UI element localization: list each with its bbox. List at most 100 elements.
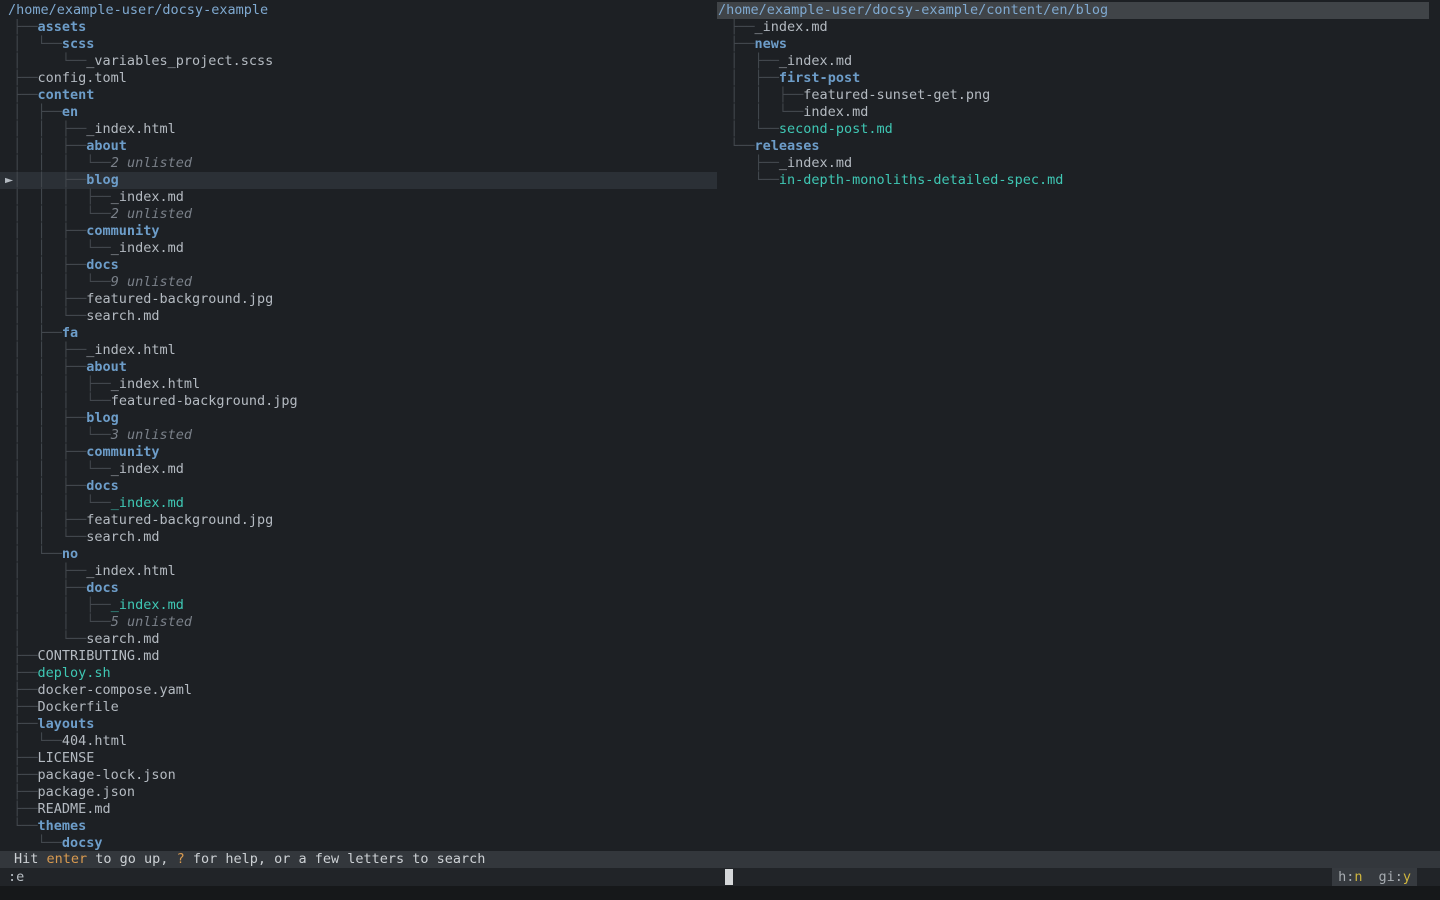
tree-row[interactable]: ├──package-lock.json xyxy=(0,767,717,784)
file-name[interactable]: _index.html xyxy=(86,121,175,137)
directory-name[interactable]: content xyxy=(38,87,95,103)
tree-row[interactable]: │ └──no xyxy=(0,546,717,563)
tree-row[interactable]: ├──README.md xyxy=(0,801,717,818)
directory-name[interactable]: en xyxy=(62,104,78,120)
directory-name[interactable]: docsy xyxy=(62,835,103,851)
directory-name[interactable]: themes xyxy=(38,818,87,834)
tree-row[interactable]: │ │ ├──featured-background.jpg xyxy=(0,291,717,308)
directory-name[interactable]: layouts xyxy=(38,716,95,732)
tree-row[interactable]: │ │ │ └──_index.md xyxy=(0,461,717,478)
directory-name[interactable]: news xyxy=(755,36,788,52)
tree-row[interactable]: │ │ ├──about xyxy=(0,359,717,376)
tree-row[interactable]: │ └──scss xyxy=(0,36,717,53)
directory-name[interactable]: scss xyxy=(62,36,95,52)
tree-row[interactable]: ├──docker-compose.yaml xyxy=(0,682,717,699)
file-name[interactable]: _index.md xyxy=(111,240,184,256)
tree-row[interactable]: │ │ ├──_index.html xyxy=(0,121,717,138)
directory-name[interactable]: releases xyxy=(755,138,820,154)
tree-row[interactable]: ├──assets xyxy=(0,19,717,36)
file-name[interactable]: _index.md xyxy=(111,189,184,205)
file-name[interactable]: search.md xyxy=(86,631,159,647)
tree-row[interactable]: ├──package.json xyxy=(0,784,717,801)
tree-row[interactable]: │ │ ├──_index.md xyxy=(0,597,717,614)
file-name[interactable]: 404.html xyxy=(62,733,127,749)
tree-row[interactable]: ├──news xyxy=(717,36,1440,53)
file-name[interactable]: _index.md xyxy=(111,461,184,477)
file-name[interactable]: _index.html xyxy=(86,563,175,579)
tree-row[interactable]: │ │ └──index.md xyxy=(717,104,1440,121)
tree-row[interactable]: ├──deploy.sh xyxy=(0,665,717,682)
tree-row[interactable]: │ │ ├──about xyxy=(0,138,717,155)
tree-row[interactable]: │ │ │ └──_index.md xyxy=(0,495,717,512)
file-name[interactable]: package-lock.json xyxy=(38,767,176,783)
tree-row[interactable]: │ └──search.md xyxy=(0,631,717,648)
file-name[interactable]: _index.html xyxy=(111,376,200,392)
tree-row[interactable]: │ │ │ └──3 unlisted xyxy=(0,427,717,444)
file-name[interactable]: _index.md xyxy=(111,495,184,511)
directory-name[interactable]: about xyxy=(86,138,127,154)
tree-row[interactable]: ├──config.toml xyxy=(0,70,717,87)
tree-row[interactable]: │ │ ├──community xyxy=(0,444,717,461)
file-name[interactable]: search.md xyxy=(86,529,159,545)
tree-row[interactable]: │ ├──en xyxy=(0,104,717,121)
tree-row[interactable]: ├──CONTRIBUTING.md xyxy=(0,648,717,665)
file-name[interactable]: featured-background.jpg xyxy=(86,291,273,307)
tree-row[interactable]: │ │ │ └──2 unlisted xyxy=(0,155,717,172)
tree-row[interactable]: │ ├──_index.html xyxy=(0,563,717,580)
tree-row[interactable]: │ └──404.html xyxy=(0,733,717,750)
tree-row[interactable]: │ └──second-post.md xyxy=(717,121,1440,138)
file-name[interactable]: docker-compose.yaml xyxy=(38,682,192,698)
tree-row[interactable]: │ │ ├──featured-background.jpg xyxy=(0,512,717,529)
tree-row[interactable]: ├──_index.md xyxy=(717,19,1440,36)
tree-row[interactable]: │ │ │ ├──_index.html xyxy=(0,376,717,393)
directory-name[interactable]: fa xyxy=(62,325,78,341)
tree-row[interactable]: └──themes xyxy=(0,818,717,835)
directory-name[interactable]: blog xyxy=(86,172,119,188)
tree-row[interactable]: │ ├──_index.md xyxy=(717,53,1440,70)
tree-row[interactable]: └──in-depth-monoliths-detailed-spec.md xyxy=(717,172,1440,189)
tree-row[interactable]: │ │ ├──featured-sunset-get.png xyxy=(717,87,1440,104)
file-name[interactable]: README.md xyxy=(38,801,111,817)
file-name[interactable]: featured-background.jpg xyxy=(86,512,273,528)
tree-row[interactable]: │ │ │ └──_index.md xyxy=(0,240,717,257)
file-name[interactable]: featured-background.jpg xyxy=(111,393,298,409)
tree-row[interactable]: │ │ ├──blog xyxy=(0,410,717,427)
file-name[interactable]: featured-sunset-get.png xyxy=(803,87,990,103)
file-name[interactable]: CONTRIBUTING.md xyxy=(38,648,160,664)
tree-row[interactable]: ├──LICENSE xyxy=(0,750,717,767)
file-name[interactable]: package.json xyxy=(38,784,136,800)
tree-row[interactable]: │ │ └──search.md xyxy=(0,308,717,325)
file-name[interactable]: _variables_project.scss xyxy=(86,53,273,69)
tree-row[interactable]: │ │ └──5 unlisted xyxy=(0,614,717,631)
directory-name[interactable]: first-post xyxy=(779,70,860,86)
tree-row[interactable]: │ │ │ ├──_index.md xyxy=(0,189,717,206)
tree-row[interactable]: │ ├──first-post xyxy=(717,70,1440,87)
tree-row[interactable]: │ │ └──search.md xyxy=(0,529,717,546)
tree-row[interactable]: │ │ │ └──2 unlisted xyxy=(0,206,717,223)
tree-row[interactable]: │ │ │ └──9 unlisted xyxy=(0,274,717,291)
directory-name[interactable]: docs xyxy=(86,580,119,596)
file-name[interactable]: in-depth-monoliths-detailed-spec.md xyxy=(779,172,1063,188)
tree-row[interactable]: ├──_index.md xyxy=(717,155,1440,172)
directory-name[interactable]: no xyxy=(62,546,78,562)
command-input-right[interactable]: h:ngi:y xyxy=(725,868,1440,886)
file-name[interactable]: search.md xyxy=(86,308,159,324)
file-name[interactable]: Dockerfile xyxy=(38,699,119,715)
directory-name[interactable]: about xyxy=(86,359,127,375)
directory-name[interactable]: docs xyxy=(86,257,119,273)
tree-row[interactable]: ├──content xyxy=(0,87,717,104)
tree-row[interactable]: ►│ │ ├──blog xyxy=(0,172,717,189)
directory-name[interactable]: assets xyxy=(38,19,87,35)
tree-row[interactable]: └──releases xyxy=(717,138,1440,155)
directory-name[interactable]: community xyxy=(86,444,159,460)
file-name[interactable]: _index.md xyxy=(779,53,852,69)
file-name[interactable]: second-post.md xyxy=(779,121,893,137)
file-name[interactable]: _index.md xyxy=(111,597,184,613)
file-name[interactable]: config.toml xyxy=(38,70,127,86)
tree-row[interactable]: │ │ ├──docs xyxy=(0,478,717,495)
tree-row[interactable]: │ ├──fa xyxy=(0,325,717,342)
tree-row[interactable]: │ │ ├──community xyxy=(0,223,717,240)
tree-row[interactable]: │ │ ├──_index.html xyxy=(0,342,717,359)
tree-row[interactable]: │ ├──docs xyxy=(0,580,717,597)
file-name[interactable]: _index.html xyxy=(86,342,175,358)
